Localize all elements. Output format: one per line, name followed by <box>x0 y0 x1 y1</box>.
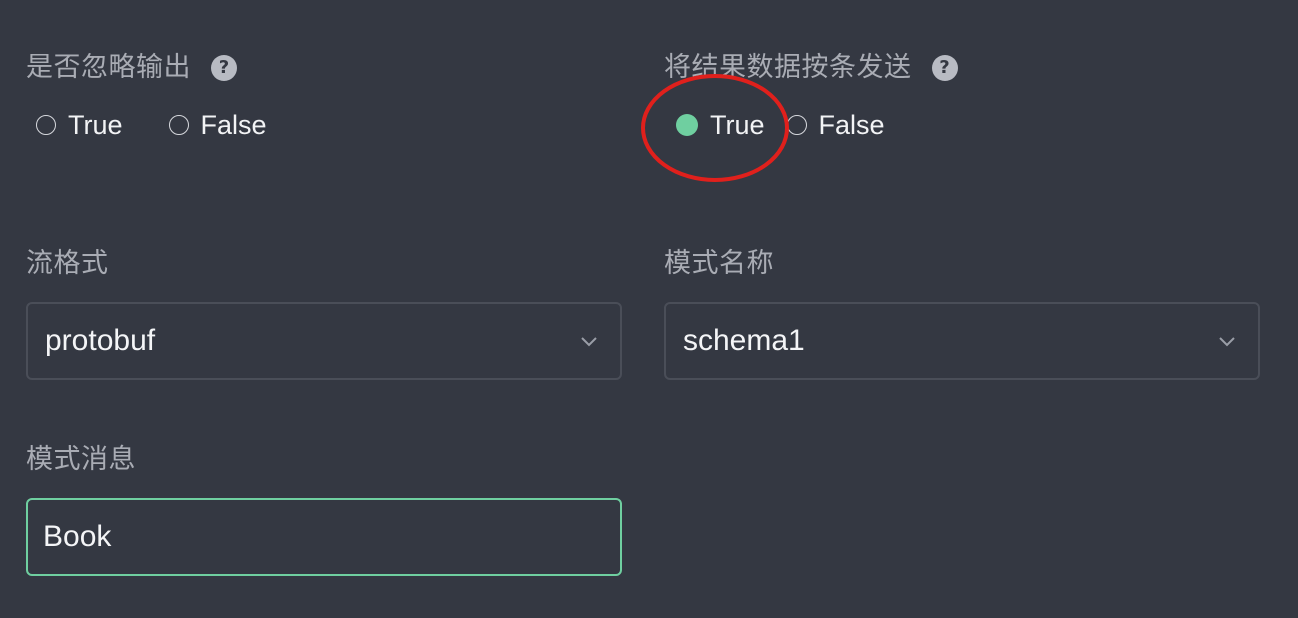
send-by-row-true-option[interactable]: True <box>664 110 765 141</box>
stream-format-field: 流格式 protobuf <box>26 244 622 380</box>
radio-unchecked-icon[interactable] <box>786 115 807 135</box>
settings-form: 是否忽略输出 ? True False 将结果数据按条发送 ? True Fal… <box>0 0 1298 618</box>
chevron-down-icon[interactable] <box>580 332 598 350</box>
ignore-output-false-option[interactable]: False <box>157 110 267 141</box>
schema-message-field: 模式消息 Book <box>26 440 622 576</box>
send-by-row-radio-group: True False <box>664 110 958 140</box>
ignore-output-label: 是否忽略输出 <box>26 52 191 83</box>
ignore-output-field: 是否忽略输出 ? True False <box>26 48 301 140</box>
send-by-row-false-option[interactable]: False <box>786 109 885 141</box>
schema-name-label: 模式名称 <box>664 248 774 279</box>
stream-format-value: protobuf <box>45 324 156 357</box>
chevron-down-icon[interactable] <box>1218 332 1236 350</box>
ignore-output-radio-group: True False <box>24 110 301 140</box>
schema-name-value: schema1 <box>683 324 805 357</box>
schema-name-select[interactable]: schema1 <box>664 302 1260 380</box>
radio-label: True <box>710 109 765 140</box>
schema-message-value[interactable]: Book <box>43 520 111 554</box>
help-icon[interactable]: ? <box>211 55 237 81</box>
schema-message-input[interactable]: Book <box>26 498 622 576</box>
send-by-row-label-row: 将结果数据按条发送 ? <box>664 48 958 88</box>
radio-unchecked-icon[interactable] <box>36 115 56 135</box>
send-by-row-label: 将结果数据按条发送 <box>664 52 912 83</box>
ignore-output-true-option[interactable]: True <box>24 110 123 141</box>
schema-message-label-row: 模式消息 <box>26 440 622 480</box>
ignore-output-label-row: 是否忽略输出 ? <box>26 48 301 88</box>
radio-label: True <box>68 109 123 140</box>
schema-name-field: 模式名称 schema1 <box>664 244 1260 380</box>
radio-label: False <box>200 109 267 140</box>
help-icon[interactable]: ? <box>931 55 958 81</box>
stream-format-label-row: 流格式 <box>26 244 622 284</box>
stream-format-select[interactable]: protobuf <box>26 302 622 380</box>
radio-unchecked-icon[interactable] <box>168 115 189 135</box>
radio-label: False <box>818 109 885 140</box>
stream-format-label: 流格式 <box>26 248 109 279</box>
schema-name-label-row: 模式名称 <box>664 244 1260 284</box>
schema-message-label: 模式消息 <box>26 444 136 475</box>
radio-checked-icon[interactable] <box>676 114 698 136</box>
send-by-row-field: 将结果数据按条发送 ? True False <box>664 48 958 140</box>
